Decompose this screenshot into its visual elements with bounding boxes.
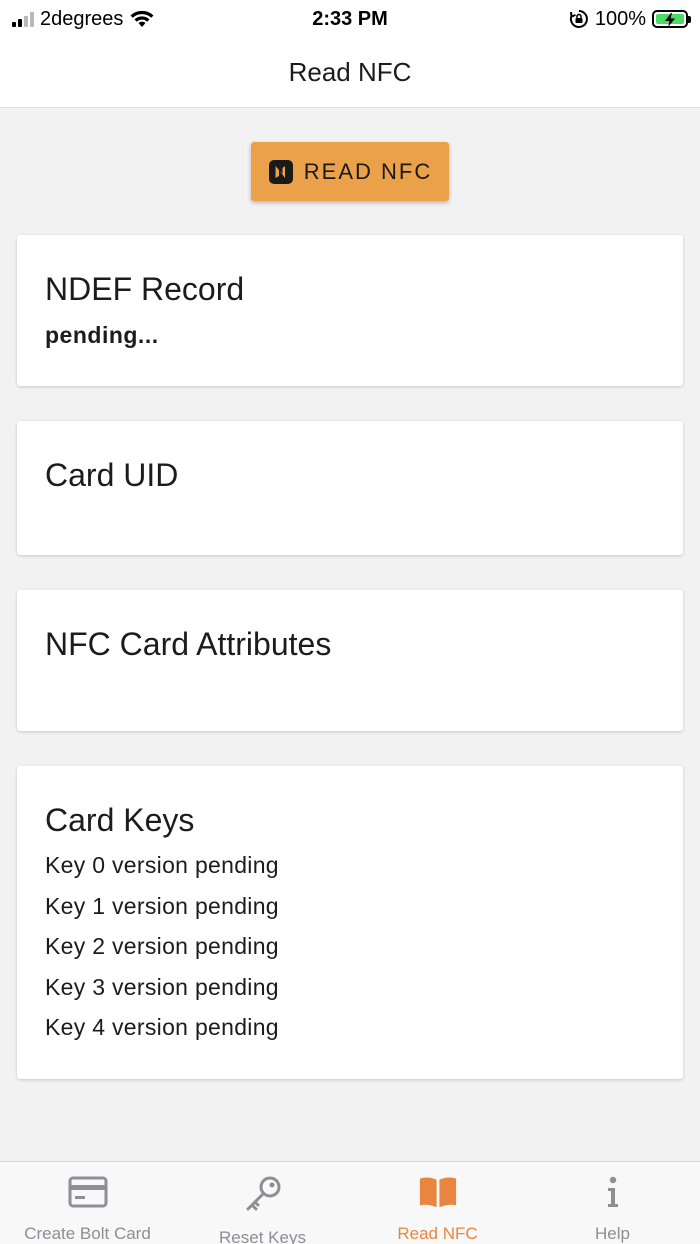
read-nfc-button[interactable]: READ NFC	[251, 142, 449, 201]
info-icon	[593, 1174, 633, 1210]
status-right: 100%	[569, 7, 691, 31]
tab-label: Reset Keys	[219, 1228, 306, 1244]
status-bar: 2degrees 2:33 PM 100%	[0, 0, 700, 38]
navigation-header: Read NFC	[0, 38, 700, 108]
key-version-list: Key 0 version pending Key 1 version pend…	[45, 851, 655, 1042]
battery-percent: 100%	[594, 7, 646, 30]
key-version-item: Key 3 version pending	[45, 973, 279, 1000]
credit-card-icon	[68, 1174, 108, 1210]
page-title: Read NFC	[288, 57, 412, 87]
key-version-item: Key 4 version pending	[45, 1014, 279, 1040]
wifi-icon	[130, 10, 154, 27]
tab-reset-keys[interactable]: Reset Keys	[175, 1162, 350, 1244]
book-icon	[418, 1174, 458, 1210]
carrier-name: 2degrees	[40, 7, 124, 30]
key-version-item: Key 0 version pending	[45, 852, 279, 878]
card-uid-title: Card UID	[45, 457, 179, 493]
ndef-record-card: NDEF Record pending...	[17, 235, 683, 386]
card-keys-card: Card Keys Key 0 version pending Key 1 ve…	[17, 766, 683, 1079]
nfc-icon	[268, 159, 293, 184]
ndef-record-title: NDEF Record	[45, 271, 245, 307]
key-version-item: Key 1 version pending	[45, 892, 279, 919]
tab-help[interactable]: Help	[525, 1162, 700, 1244]
card-uid-card: Card UID	[17, 421, 683, 555]
key-version-item: Key 2 version pending	[45, 933, 279, 959]
orientation-lock-icon	[569, 10, 588, 28]
bottom-tab-bar: Create Bolt Card Reset Keys Read NFC Hel…	[0, 1161, 700, 1244]
battery-icon	[652, 10, 691, 28]
nfc-card-attributes-title: NFC Card Attributes	[45, 626, 332, 662]
card-keys-title: Card Keys	[45, 802, 195, 838]
tab-label: Help	[595, 1224, 630, 1243]
nfc-card-attributes-card: NFC Card Attributes	[17, 590, 683, 731]
tab-label: Create Bolt Card	[24, 1224, 151, 1243]
signal-strength-icon	[12, 11, 34, 27]
key-icon	[243, 1174, 283, 1214]
tab-read-nfc[interactable]: Read NFC	[350, 1162, 525, 1244]
read-nfc-button-label: READ NFC	[303, 158, 433, 184]
charging-bolt-icon	[665, 13, 675, 27]
status-left: 2degrees	[12, 8, 155, 31]
tab-label: Read NFC	[397, 1224, 478, 1243]
tab-create-bolt-card[interactable]: Create Bolt Card	[0, 1162, 175, 1244]
ndef-record-status: pending...	[45, 322, 159, 348]
